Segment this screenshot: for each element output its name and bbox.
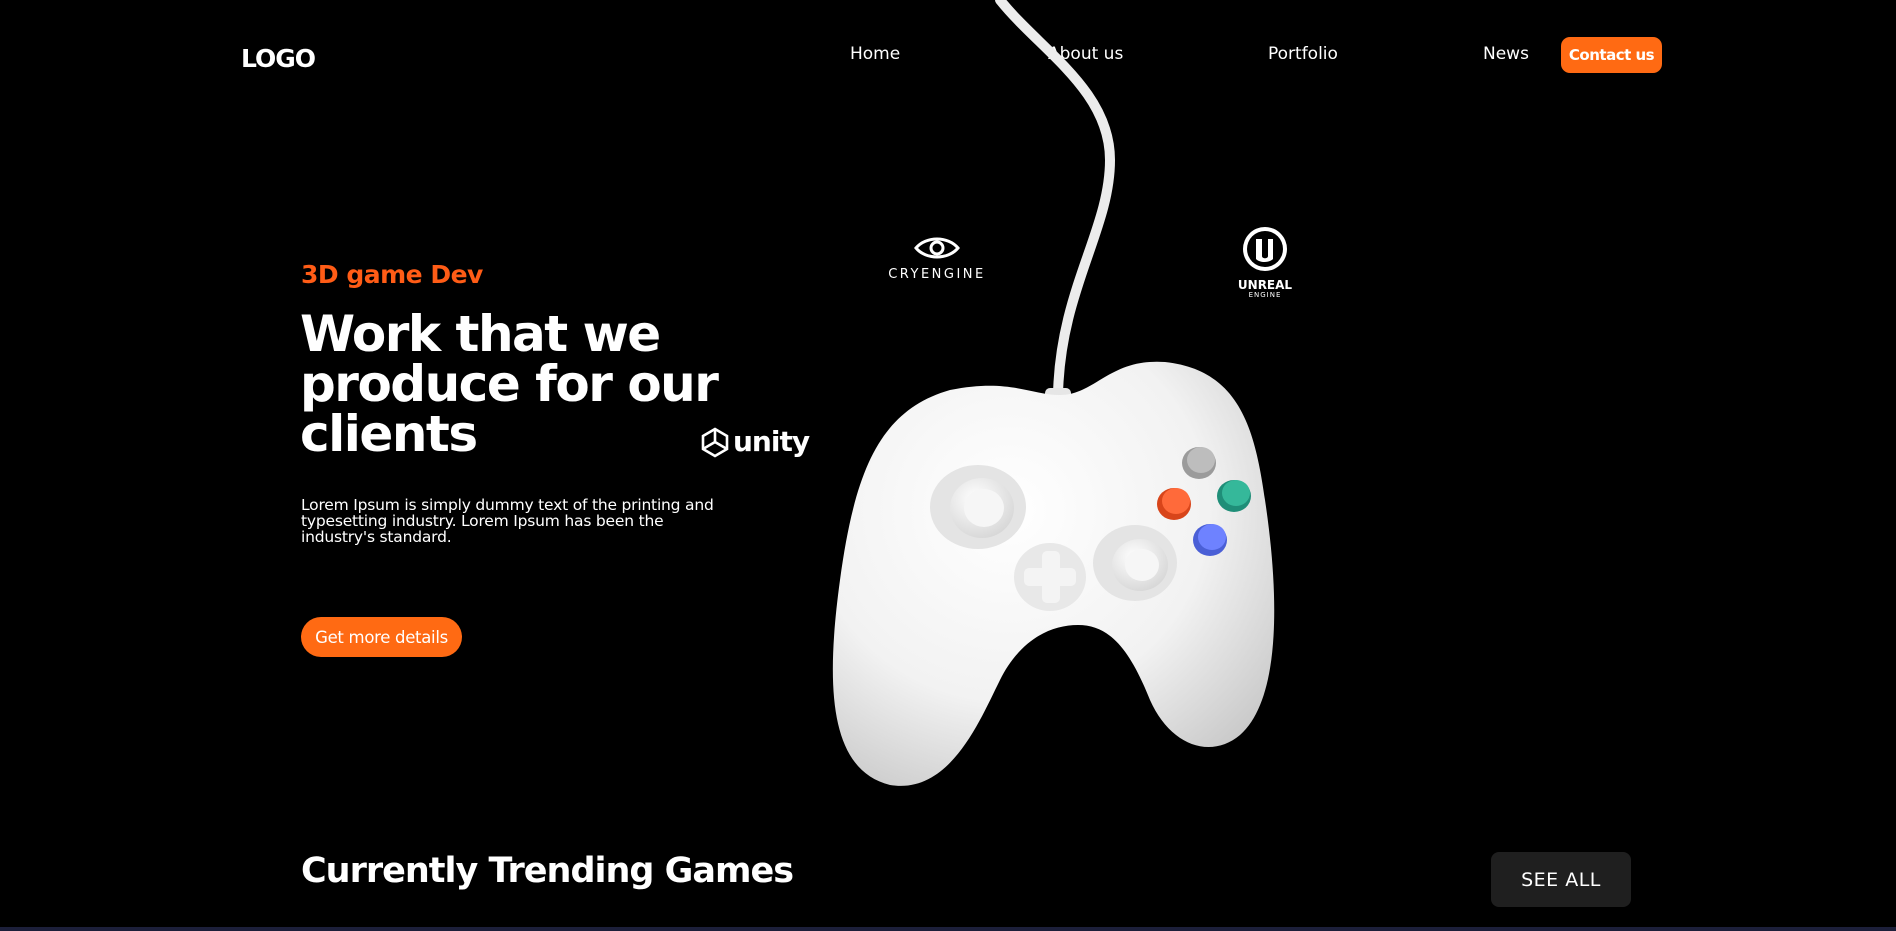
hero-description: Lorem Ipsum is simply dummy text of the … bbox=[301, 496, 714, 546]
game-controller-image bbox=[832, 0, 1275, 786]
unity-label: unity bbox=[733, 425, 810, 458]
cryengine-logo: CRYENGINE bbox=[887, 235, 987, 282]
nav-news[interactable]: News bbox=[1483, 44, 1529, 64]
unreal-engine-icon bbox=[1243, 227, 1287, 271]
hero-kicker: 3D game Dev bbox=[301, 260, 483, 289]
bottom-divider bbox=[0, 927, 1896, 931]
unreal-sub-label: ENGINE bbox=[1248, 291, 1282, 299]
logo[interactable]: LOGO bbox=[241, 44, 316, 73]
trending-section-title: Currently Trending Games bbox=[301, 851, 794, 891]
hero-title: Work that we produce for our clients bbox=[300, 305, 719, 463]
contact-us-button[interactable]: Contact us bbox=[1561, 37, 1662, 73]
get-more-details-button[interactable]: Get more details bbox=[301, 617, 462, 657]
unreal-label: UNREAL bbox=[1237, 278, 1293, 292]
cryengine-eye-icon bbox=[914, 237, 960, 259]
see-all-button[interactable]: SEE ALL bbox=[1491, 852, 1631, 907]
cryengine-label: CRYENGINE bbox=[888, 267, 986, 282]
unreal-engine-logo: UNREAL ENGINE bbox=[1232, 226, 1298, 299]
